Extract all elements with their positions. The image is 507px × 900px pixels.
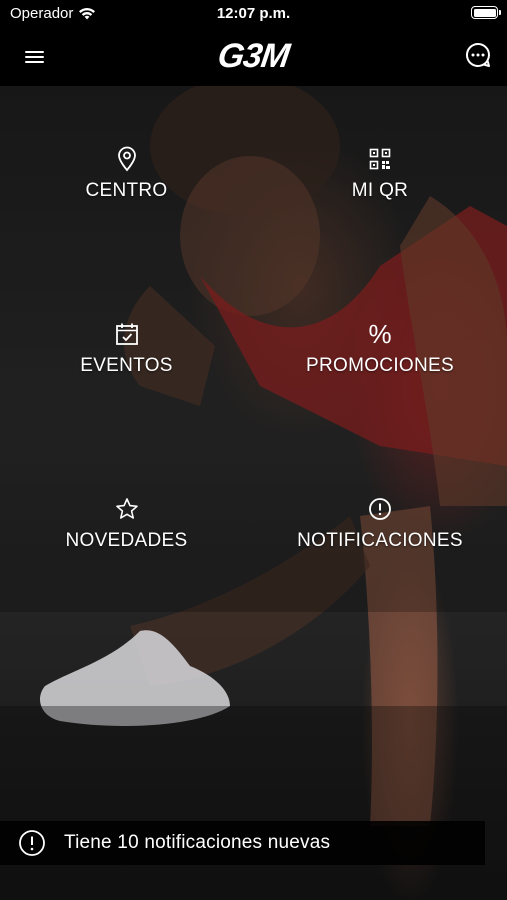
status-time: 12:07 p.m. bbox=[216, 5, 291, 22]
alert-circle-icon bbox=[367, 496, 393, 522]
star-icon bbox=[114, 496, 140, 522]
tile-label: MI QR bbox=[351, 179, 409, 201]
brand-logo: G3M bbox=[0, 37, 507, 75]
notification-text: Tiene 10 notificaciones nuevas bbox=[64, 832, 331, 853]
logo-text: G3M bbox=[215, 37, 292, 75]
percent-symbol: % bbox=[368, 318, 392, 349]
notification-banner[interactable]: Tiene 10 notificaciones nuevas bbox=[0, 821, 485, 865]
percent-icon: % bbox=[367, 321, 393, 347]
tile-label: PROMOCIONES bbox=[306, 354, 454, 376]
tile-label: CENTRO bbox=[85, 179, 168, 201]
tile-eventos[interactable]: EVENTOS bbox=[0, 261, 253, 436]
tile-notificaciones[interactable]: NOTIFICACIONES bbox=[253, 436, 507, 611]
tile-label: NOVEDADES bbox=[65, 529, 188, 551]
chat-bubble-icon bbox=[466, 42, 491, 67]
status-bar: Operador 12:07 p.m. bbox=[0, 0, 507, 28]
tile-label: NOTIFICACIONES bbox=[297, 529, 463, 551]
tile-label: EVENTOS bbox=[80, 354, 173, 376]
chat-button[interactable] bbox=[463, 40, 493, 70]
location-pin-icon bbox=[114, 146, 140, 172]
battery-icon bbox=[471, 6, 501, 19]
calendar-check-icon bbox=[114, 321, 140, 347]
tile-novedades[interactable]: NOVEDADES bbox=[0, 436, 253, 611]
alert-circle-icon bbox=[18, 829, 46, 857]
tile-promociones[interactable]: % PROMOCIONES bbox=[253, 261, 507, 436]
menu-grid: CENTRO MI QR EVENTOS % PROMOCIONES NOVED… bbox=[0, 86, 507, 612]
tile-mi-qr[interactable]: MI QR bbox=[253, 86, 507, 261]
nav-bar: G3M bbox=[0, 28, 507, 86]
qr-code-icon bbox=[367, 146, 393, 172]
tile-centro[interactable]: CENTRO bbox=[0, 86, 253, 261]
